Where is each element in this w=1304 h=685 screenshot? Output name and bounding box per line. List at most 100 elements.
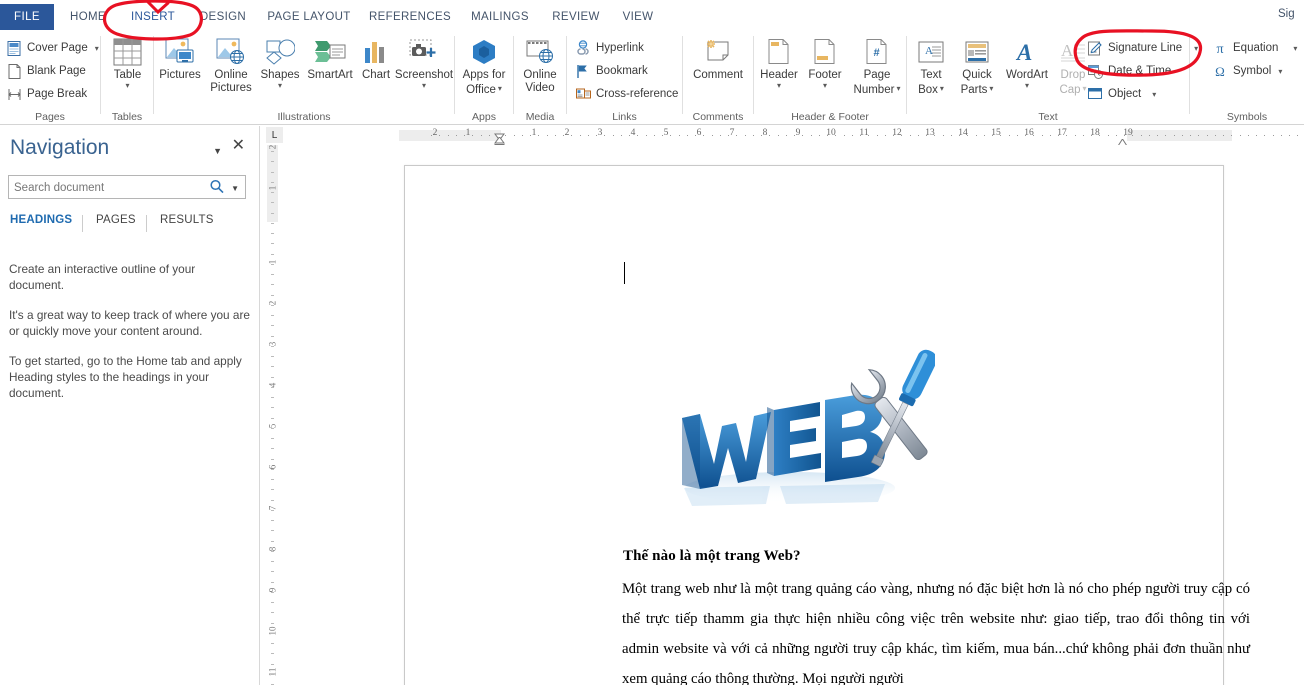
search-options-chevron-icon[interactable]: ▼ — [231, 184, 239, 193]
chevron-down-icon[interactable]: ▾ — [95, 44, 99, 53]
hyperlink-button[interactable]: Hyperlink — [575, 38, 644, 58]
ruler-tick — [1082, 135, 1084, 136]
footer-button[interactable]: Footer ▾ — [802, 34, 848, 90]
navigation-menu-chevron-icon[interactable]: ▼ — [213, 146, 222, 156]
ruler-tick-label: 18 — [1090, 128, 1100, 138]
online-video-label-line2: Video — [525, 82, 555, 94]
close-icon[interactable]: ✕ — [232, 138, 245, 154]
table-button[interactable]: Table ▾ — [105, 34, 150, 90]
page-number-button[interactable]: # Page Number ▾ — [848, 34, 906, 97]
chevron-down-icon[interactable]: ▾ — [278, 82, 282, 90]
search-input[interactable] — [14, 179, 209, 196]
tab-page-layout[interactable]: PAGE LAYOUT — [262, 4, 356, 30]
ruler-tick — [761, 135, 762, 136]
online-video-button[interactable]: Online Video — [516, 34, 564, 95]
signature-line-icon — [1087, 40, 1103, 56]
equation-button[interactable]: π Equation ▾ — [1212, 38, 1297, 58]
chevron-down-icon[interactable]: ▾ — [896, 84, 900, 93]
wordart-button[interactable]: A WordArt ▾ — [1002, 34, 1052, 90]
tab-references[interactable]: REFERENCES — [364, 4, 456, 30]
tab-review[interactable]: REVIEW — [546, 4, 606, 30]
chevron-down-icon[interactable]: ▾ — [1278, 67, 1282, 76]
ruler-tick — [1148, 135, 1150, 136]
vruler-tick — [271, 602, 274, 603]
object-button[interactable]: Object ▾ — [1087, 84, 1156, 104]
ruler-tick — [1074, 135, 1076, 136]
vruler-tick — [271, 161, 274, 163]
search-icon[interactable] — [209, 179, 225, 200]
navigation-pane: Navigation ▼ ✕ ▼ HEADINGS PAGES RESULTS … — [0, 126, 260, 685]
ruler-tick — [703, 135, 705, 136]
sign-in-link[interactable]: Sig — [1278, 8, 1300, 20]
vruler-tick — [271, 181, 274, 183]
bookmark-button[interactable]: Bookmark — [575, 61, 648, 81]
vruler-tick — [271, 222, 274, 224]
online-pictures-button[interactable]: Online Pictures — [206, 34, 256, 95]
tab-home[interactable]: HOME — [62, 4, 114, 30]
smartart-button[interactable]: SmartArt — [302, 34, 358, 82]
cross-reference-button[interactable]: Cross-reference — [575, 84, 678, 104]
tab-file[interactable]: FILE — [0, 4, 54, 30]
online-video-label-line1: Online — [523, 69, 557, 81]
chart-button[interactable]: Chart — [358, 34, 394, 82]
chevron-down-icon[interactable]: ▾ — [823, 82, 827, 90]
symbol-button[interactable]: Ω Symbol ▾ — [1212, 61, 1282, 81]
tab-insert[interactable]: INSERT — [122, 4, 184, 30]
ruler-left-margin — [399, 130, 501, 141]
tab-view[interactable]: VIEW — [614, 4, 662, 30]
document-image-web-logo[interactable] — [670, 336, 937, 531]
chevron-down-icon[interactable]: ▾ — [422, 82, 426, 90]
page-break-icon — [6, 86, 22, 102]
vruler-tick — [271, 550, 274, 552]
pictures-button[interactable]: Pictures — [156, 34, 204, 82]
ruler-tick — [439, 135, 441, 136]
vertical-ruler[interactable]: 2 1 1 2 3 4 5 6 7 8 9 10 11 — [264, 145, 281, 685]
chevron-down-icon[interactable]: ▾ — [989, 84, 993, 93]
chevron-down-icon[interactable]: ▾ — [777, 82, 781, 90]
ruler-tick-label: 14 — [958, 128, 968, 138]
shapes-button[interactable]: Shapes ▾ — [258, 34, 302, 90]
vruler-tick-label: 1 — [267, 259, 278, 265]
chevron-down-icon[interactable]: ▾ — [940, 84, 944, 93]
comment-button[interactable]: Comment — [685, 34, 751, 82]
ruler-tick — [909, 135, 911, 136]
chevron-down-icon[interactable]: ▾ — [1293, 44, 1297, 53]
nav-tab-results[interactable]: RESULTS — [160, 214, 214, 226]
header-button[interactable]: Header ▾ — [756, 34, 802, 90]
blank-page-button[interactable]: Blank Page — [6, 61, 86, 81]
vruler-tick — [271, 489, 274, 491]
chevron-down-icon[interactable]: ▾ — [125, 82, 129, 90]
vruler-tick — [271, 315, 274, 316]
document-page[interactable]: Thế nào là một trang Web? Một trang web … — [404, 165, 1250, 685]
cover-page-button[interactable]: Cover Page ▾ — [6, 38, 99, 58]
quick-parts-button[interactable]: Quick Parts ▾ — [952, 34, 1002, 97]
tab-mailings[interactable]: MAILINGS — [462, 4, 538, 30]
chevron-down-icon[interactable]: ▾ — [1152, 90, 1156, 99]
ruler-tick — [546, 135, 548, 136]
horizontal-ruler[interactable]: 2 1 1 2 3 4 5 6 7 8 9 10 11 12 13 14 15 16 17 18 19 — [263, 126, 1304, 144]
nav-tab-pages[interactable]: PAGES — [96, 214, 136, 226]
navigation-search-box[interactable]: ▼ — [8, 175, 246, 199]
nav-tab-headings[interactable]: HEADINGS — [10, 214, 72, 226]
tab-design[interactable]: DESIGN — [192, 4, 254, 30]
document-canvas[interactable]: Thế nào là một trang Web? Một trang web … — [281, 145, 1304, 685]
page-break-label: Page Break — [27, 88, 88, 100]
tab-stop-selector[interactable]: L — [266, 127, 283, 143]
ruler-tick — [860, 135, 861, 136]
signature-line-button[interactable]: Signature Line ▾ — [1087, 38, 1198, 58]
chevron-down-icon[interactable]: ▾ — [498, 84, 502, 93]
vruler-tick — [271, 366, 274, 368]
apps-for-office-button[interactable]: Apps for Office ▾ — [457, 34, 511, 97]
date-time-button[interactable]: Date & Time — [1087, 61, 1171, 81]
ruler-tick — [554, 135, 556, 136]
page-break-button[interactable]: Page Break — [6, 84, 87, 104]
vruler-tick — [271, 581, 274, 583]
ruler-tick — [794, 135, 795, 136]
text-box-button[interactable]: A Text Box ▾ — [910, 34, 952, 97]
ruler-tick — [521, 135, 523, 136]
screenshot-button[interactable]: Screenshot ▾ — [394, 34, 454, 90]
ruler-tick — [1247, 135, 1249, 136]
vruler-tick — [271, 304, 274, 306]
chevron-down-icon[interactable]: ▾ — [1025, 82, 1029, 90]
vruler-tick — [271, 274, 274, 275]
